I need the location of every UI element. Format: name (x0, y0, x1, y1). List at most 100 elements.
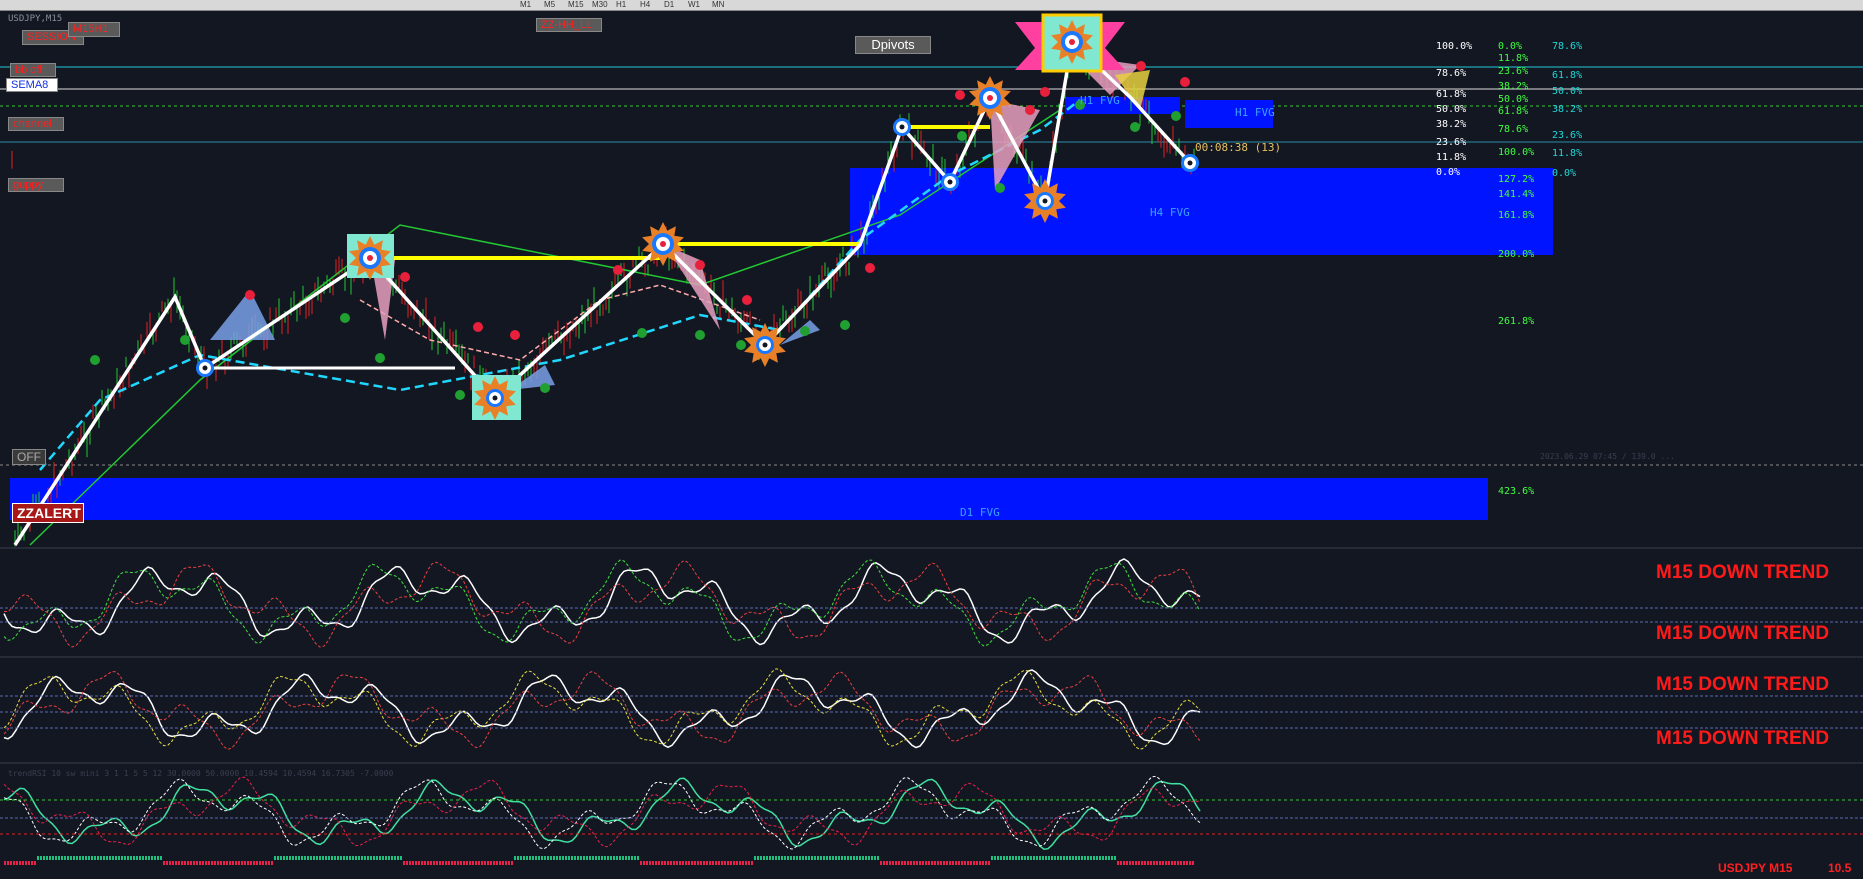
hist-bar (31, 861, 33, 865)
hist-bar (973, 861, 975, 865)
off-button[interactable]: OFF (12, 449, 46, 465)
hist-bar (439, 861, 441, 865)
hist-bar (355, 856, 357, 860)
hist-bar (928, 861, 930, 865)
hist-bar (322, 856, 324, 860)
hist-bar (931, 861, 933, 865)
hist-bar (790, 856, 792, 860)
hist-bar (952, 861, 954, 865)
hist-bar (616, 856, 618, 860)
fractal-dot-red (1136, 61, 1146, 71)
hist-bar (601, 856, 603, 860)
timeframe-mn[interactable]: MN (712, 0, 724, 9)
hist-bar (151, 856, 153, 860)
timeframe-m15[interactable]: M15 (568, 0, 584, 9)
hist-bar (493, 861, 495, 865)
footer-symbol: USDJPY M15 (1718, 861, 1793, 875)
fractal-dot-green (995, 183, 1005, 193)
hist-bar (457, 861, 459, 865)
timeframe-m5[interactable]: M5 (544, 0, 555, 9)
zzalert-button[interactable]: ZZALERT (12, 503, 84, 523)
zz-hh-ll-button[interactable]: ZZ-HH_LL (536, 18, 602, 32)
fractal-dot-red (245, 290, 255, 300)
hist-bar (769, 856, 771, 860)
hist-bar (919, 861, 921, 865)
hist-bar (1033, 856, 1035, 860)
hist-bar (1165, 861, 1167, 865)
hist-bar (1096, 856, 1098, 860)
hist-bar (1060, 856, 1062, 860)
hist-bar (34, 861, 36, 865)
guppy-button[interactable]: guppy (8, 178, 64, 192)
hist-bar (184, 861, 186, 865)
hist-bar (286, 856, 288, 860)
swing-ring-core (1187, 160, 1193, 166)
hist-bar (940, 861, 942, 865)
hist-bar (376, 856, 378, 860)
hist-bar (598, 856, 600, 860)
hist-bar (202, 861, 204, 865)
fib-white-item: 11.8% (1436, 152, 1467, 163)
hist-bar (892, 861, 894, 865)
hist-bar (802, 856, 804, 860)
hist-bar (544, 856, 546, 860)
hist-bar (46, 856, 48, 860)
bb-off-button[interactable]: bb off (10, 63, 56, 77)
channel-button[interactable]: channel (8, 117, 64, 131)
hist-bar (316, 856, 318, 860)
hist-bar (121, 856, 123, 860)
fib-green-item: 100.0% (1498, 147, 1535, 158)
hist-bar (277, 856, 279, 860)
h1-fvg-label-b: H1 FVG (1235, 106, 1275, 119)
sema-button[interactable]: SEMA8 (6, 78, 58, 92)
hist-bar (481, 861, 483, 865)
hist-bar (40, 856, 42, 860)
hist-bar (688, 861, 690, 865)
hist-bar (298, 856, 300, 860)
hist-bar (778, 856, 780, 860)
hist-bar (859, 856, 861, 860)
hist-bar (895, 861, 897, 865)
hist-bar (325, 856, 327, 860)
hist-bar (499, 861, 501, 865)
hist-bar (955, 861, 957, 865)
hist-bar (1006, 856, 1008, 860)
hist-bar (757, 856, 759, 860)
hist-bar (319, 856, 321, 860)
hist-bar (1012, 856, 1014, 860)
hist-bar (913, 861, 915, 865)
hist-bar (244, 861, 246, 865)
timeframe-h1[interactable]: H1 (616, 0, 626, 9)
timeframe-m30[interactable]: M30 (592, 0, 608, 9)
timeframe-m1[interactable]: M1 (520, 0, 531, 9)
fractal-dot-red (510, 330, 520, 340)
hist-bar (1075, 856, 1077, 860)
hist-bar (907, 861, 909, 865)
hist-bar (421, 861, 423, 865)
hist-bar (1111, 856, 1113, 860)
hist-bar (820, 856, 822, 860)
hist-bar (676, 861, 678, 865)
fractal-dot-red (1025, 105, 1035, 115)
m15h1-button[interactable]: M15H1 (68, 22, 120, 37)
timeframe-h4[interactable]: H4 (640, 0, 650, 9)
hist-bar (454, 861, 456, 865)
timeframe-d1[interactable]: D1 (664, 0, 674, 9)
fib-white-item: 78.6% (1436, 68, 1467, 79)
dpivots-button[interactable]: Dpivots (855, 36, 931, 54)
fib-cyan-item: 78.6% (1552, 41, 1583, 52)
hist-bar (193, 861, 195, 865)
hist-bar (1117, 861, 1119, 865)
fractal-dot-red (742, 295, 752, 305)
hist-bar (397, 856, 399, 860)
hist-bar (613, 856, 615, 860)
hist-bar (916, 861, 918, 865)
hist-bar (220, 861, 222, 865)
timeframe-w1[interactable]: W1 (688, 0, 700, 9)
hist-bar (577, 856, 579, 860)
hist-bar (238, 861, 240, 865)
fractal-dot-green (455, 390, 465, 400)
hist-bar (91, 856, 93, 860)
hist-bar (865, 856, 867, 860)
hist-bar (835, 856, 837, 860)
